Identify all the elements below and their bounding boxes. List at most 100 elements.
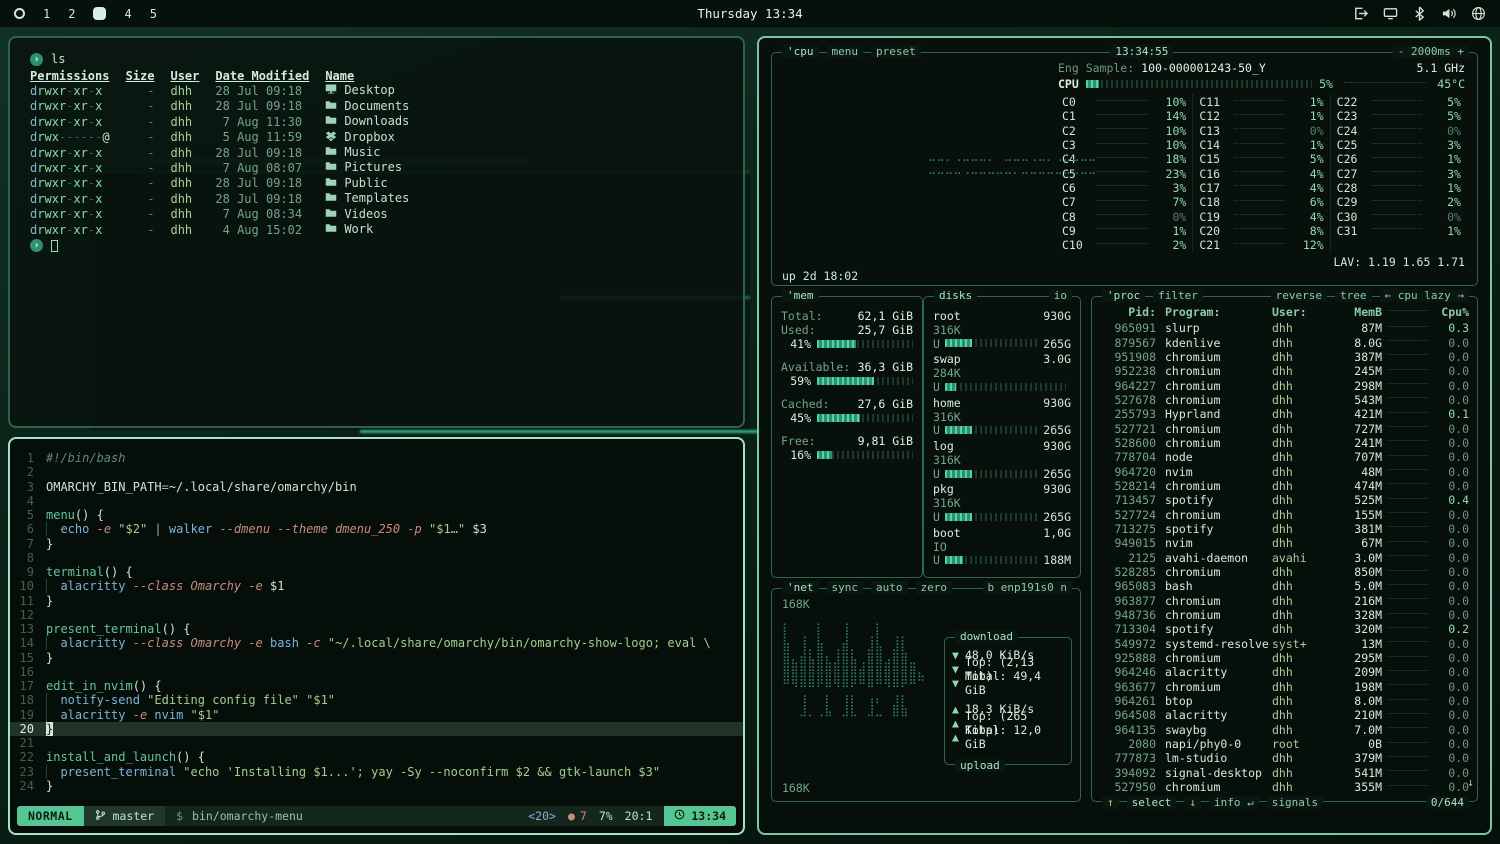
file-row[interactable]: drwxr-xr-x-dhh28 Jul 09:18Desktop [30, 83, 425, 98]
code-line[interactable]: 11} [10, 594, 743, 608]
process-row[interactable]: 963677chromiumdhh198M0.0 [1100, 680, 1469, 694]
process-row[interactable]: 964508alacrittydhh210M0.0 [1100, 708, 1469, 722]
net-auto-button[interactable]: auto [871, 581, 908, 594]
volume-icon[interactable] [1441, 6, 1456, 21]
info-button[interactable]: info ↵ [1209, 796, 1259, 809]
globe-icon[interactable] [1471, 6, 1486, 21]
code-line[interactable]: 14▏ alacritty --class Omarchy -e bash -c… [10, 636, 743, 650]
terminal-window-ls[interactable]: › ls PermissionsSizeUserDate ModifiedNam… [8, 36, 745, 428]
mem-panel-title[interactable]: 'mem [782, 289, 819, 302]
workspace-active-icon[interactable] [93, 7, 106, 20]
git-branch[interactable]: master [84, 806, 166, 826]
bluetooth-icon[interactable] [1413, 6, 1426, 21]
net-panel-title[interactable]: 'net [782, 581, 819, 594]
reverse-sort-button[interactable]: reverse [1271, 289, 1327, 302]
disk-row[interactable]: pkg930G [933, 483, 1071, 497]
code-line[interactable]: 6▏ echo -e "$2" | walker --dmenu --theme… [10, 522, 743, 536]
process-row[interactable]: 527950chromiumdhh355M0.0 [1100, 780, 1469, 791]
process-row[interactable]: 528600chromiumdhh241M0.0 [1100, 436, 1469, 450]
file-row[interactable]: drwxr-xr-x-dhh 7 Aug 08:07Pictures [30, 160, 425, 175]
code-line[interactable]: 12 [10, 608, 743, 622]
disk-row[interactable]: home930G [933, 396, 1071, 410]
code-line[interactable]: 1#!/bin/bash [10, 451, 743, 465]
process-column-header[interactable]: Program: [1156, 305, 1272, 319]
net-sync-button[interactable]: sync [827, 581, 864, 594]
code-line[interactable]: 17edit_in_nvim() { [10, 679, 743, 693]
workspace-1[interactable]: 1 [43, 7, 50, 21]
process-row[interactable]: 394092signal-desktopdhh541M0.0 [1100, 766, 1469, 780]
select-down-key[interactable]: ↓ [1184, 796, 1201, 809]
cpu-panel-title[interactable]: 'cpu [782, 45, 819, 58]
code-line[interactable]: 13present_terminal() { [10, 622, 743, 636]
signals-button[interactable]: signals [1267, 796, 1323, 809]
code-line[interactable]: 23▏ present_terminal "echo 'Installing $… [10, 765, 743, 779]
process-row[interactable]: 964261btopdhh8.0M0.0 [1100, 694, 1469, 708]
process-row[interactable]: 527721chromiumdhh727M0.0 [1100, 421, 1469, 435]
column-header[interactable]: Name [325, 69, 425, 83]
code-line[interactable]: 2 [10, 465, 743, 479]
code-line[interactable]: 16 [10, 665, 743, 679]
tree-view-button[interactable]: tree [1335, 289, 1372, 302]
editor-window[interactable]: 1#!/bin/bash23OMARCHY_BIN_PATH=~/.local/… [8, 437, 745, 835]
proc-panel-title[interactable]: 'proc [1102, 289, 1145, 302]
process-row[interactable]: 778704nodedhh707M0.0 [1100, 450, 1469, 464]
scroll-down-indicator[interactable]: ↓ [1467, 775, 1474, 789]
process-row[interactable]: 527724chromiumdhh155M0.0 [1100, 507, 1469, 521]
disk-row[interactable]: boot1,0G [933, 526, 1071, 540]
io-mode-toggle[interactable]: io [1049, 289, 1072, 302]
net-zero-button[interactable]: zero [916, 581, 953, 594]
column-header[interactable]: Permissions [30, 69, 126, 83]
update-interval-control[interactable]: - 2000ms + [1393, 45, 1469, 58]
process-row[interactable]: 964227chromiumdhh298M0.0 [1100, 378, 1469, 392]
process-row[interactable]: 965083bashdhh5.0M0.0 [1100, 579, 1469, 593]
code-line[interactable]: 19▏ alacritty -e nvim "$1" [10, 708, 743, 722]
code-line[interactable]: 4 [10, 494, 743, 508]
code-line[interactable]: 8 [10, 551, 743, 565]
column-header[interactable]: Size [126, 69, 171, 83]
btop-window[interactable]: 'cpu menu preset 13:34:55 - 2000ms + Eng… [757, 36, 1492, 835]
workspace-4[interactable]: 4 [124, 7, 131, 21]
logout-icon[interactable] [1353, 6, 1368, 21]
code-line[interactable]: 20} [10, 722, 743, 736]
file-row[interactable]: drwxr-xr-x-dhh 4 Aug 15:02Work [30, 222, 425, 237]
screencast-icon[interactable] [1383, 6, 1398, 21]
workspace-5[interactable]: 5 [150, 7, 157, 21]
process-column-header[interactable]: User: [1272, 305, 1330, 319]
file-row[interactable]: drwxr-xr-x-dhh28 Jul 09:18Templates [30, 191, 425, 206]
process-row[interactable]: 964135swaybgdhh7.0M0.0 [1100, 723, 1469, 737]
code-line[interactable]: 3OMARCHY_BIN_PATH=~/.local/share/omarchy… [10, 480, 743, 494]
column-header[interactable]: Date Modified [215, 69, 325, 83]
code-editor[interactable]: 1#!/bin/bash23OMARCHY_BIN_PATH=~/.local/… [10, 451, 743, 799]
process-row[interactable]: 713275spotifydhh381M0.0 [1100, 522, 1469, 536]
process-row[interactable]: 925888chromiumdhh295M0.0 [1100, 651, 1469, 665]
process-row[interactable]: 2080napi/phy0-0root0B0.0 [1100, 737, 1469, 751]
code-line[interactable]: 7} [10, 537, 743, 551]
file-row[interactable]: drwxr-xr-x-dhh 7 Aug 11:30Downloads [30, 114, 425, 129]
process-column-header[interactable]: MemB [1330, 305, 1382, 319]
preset-button[interactable]: preset [871, 45, 921, 58]
process-row[interactable]: 549972systemd-resolvesyst+13M0.0 [1100, 637, 1469, 651]
process-column-header[interactable]: Cpu% [1433, 305, 1469, 319]
process-row[interactable]: 963877chromiumdhh216M0.0 [1100, 594, 1469, 608]
process-row[interactable]: 528285chromiumdhh850M0.0 [1100, 565, 1469, 579]
code-line[interactable]: 22install_and_launch() { [10, 750, 743, 764]
code-line[interactable]: 10▏ alacritty --class Omarchy -e $1 [10, 579, 743, 593]
select-up-key[interactable]: ↑ [1102, 796, 1119, 809]
workspace-2[interactable]: 2 [68, 7, 75, 21]
file-row[interactable]: drwxr-xr-x-dhh28 Jul 09:18Documents [30, 99, 425, 114]
process-row[interactable]: 713304spotifydhh320M0.2 [1100, 622, 1469, 636]
code-line[interactable]: 24} [10, 779, 743, 793]
disk-row[interactable]: root930G [933, 309, 1071, 323]
disk-row[interactable]: log930G [933, 439, 1071, 453]
column-header[interactable]: User [170, 69, 215, 83]
code-line[interactable]: 18▏ notify-send "Editing config file" "$… [10, 693, 743, 707]
disk-row[interactable]: swap3.0G [933, 352, 1071, 366]
sort-column-selector[interactable]: ← cpu lazy → [1380, 289, 1469, 302]
process-row[interactable]: 948736chromiumdhh328M0.0 [1100, 608, 1469, 622]
file-row[interactable]: drwxr-xr-x-dhh28 Jul 09:18Public [30, 176, 425, 191]
workspace-special-icon[interactable] [14, 8, 25, 19]
process-row[interactable]: 965091slurpdhh87M0.3 [1100, 321, 1469, 335]
process-row[interactable]: 879567kdenlivedhh8.0G0.0 [1100, 335, 1469, 349]
disks-panel-title[interactable]: disks [934, 289, 977, 302]
process-row[interactable]: 952238chromiumdhh245M0.0 [1100, 364, 1469, 378]
